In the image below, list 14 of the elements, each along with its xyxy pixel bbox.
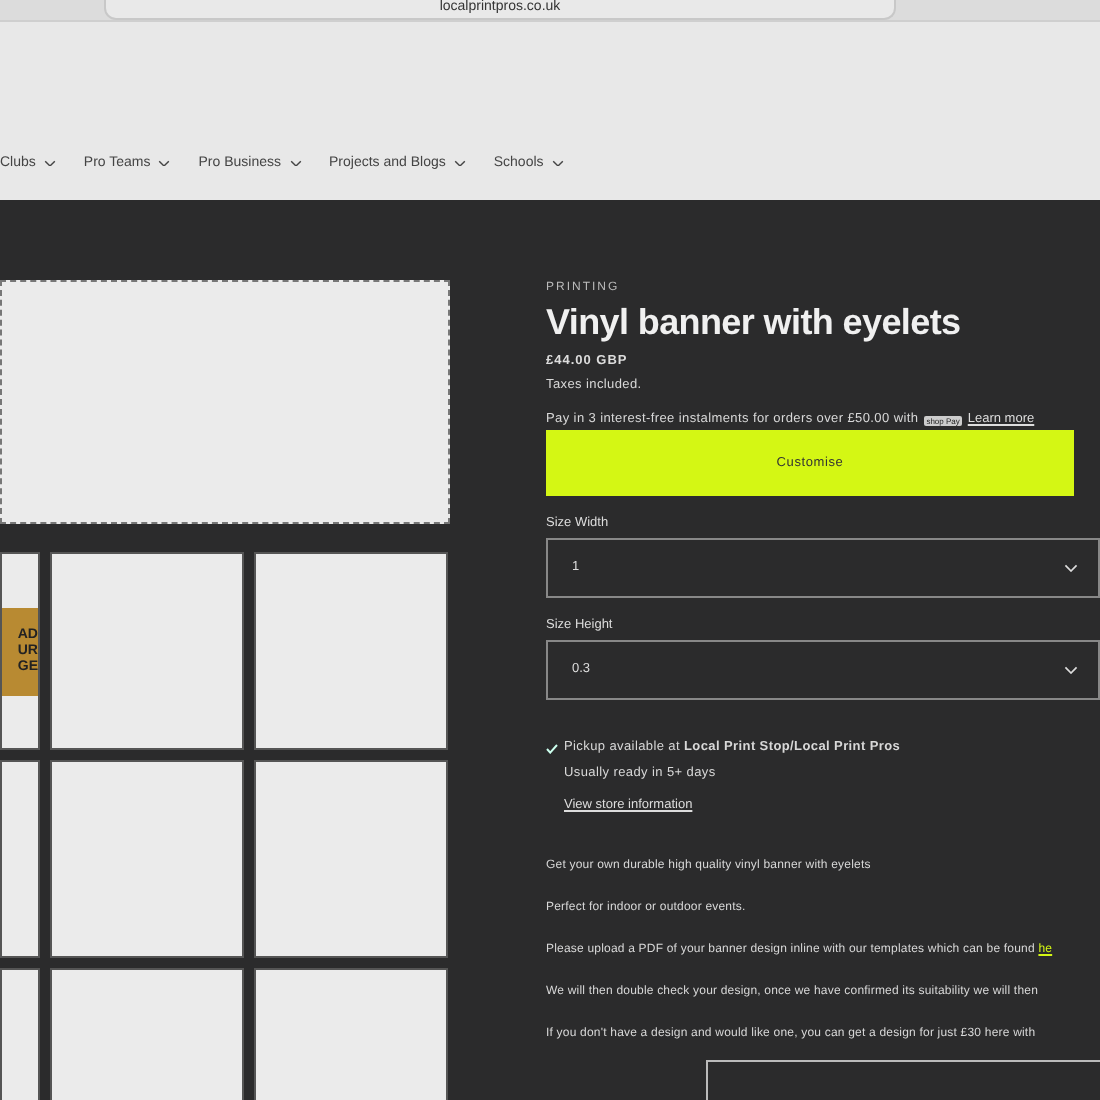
chevron-down-icon	[453, 159, 466, 167]
chevron-down-icon	[289, 159, 301, 167]
chevron-down-icon	[1064, 563, 1078, 573]
chevron-down-icon	[551, 159, 564, 167]
check-icon	[546, 743, 558, 753]
thumbnail[interactable]	[254, 552, 448, 750]
thumbnail[interactable]	[0, 760, 40, 958]
chevron-down-icon	[1064, 665, 1078, 675]
chevron-down-icon	[158, 159, 171, 167]
chevron-down-icon	[43, 159, 56, 167]
thumbnail[interactable]	[50, 552, 244, 750]
thumbnail[interactable]	[254, 760, 448, 958]
thumbnail[interactable]	[50, 760, 244, 958]
product-title: Vinyl banner with eyelets	[546, 300, 963, 344]
